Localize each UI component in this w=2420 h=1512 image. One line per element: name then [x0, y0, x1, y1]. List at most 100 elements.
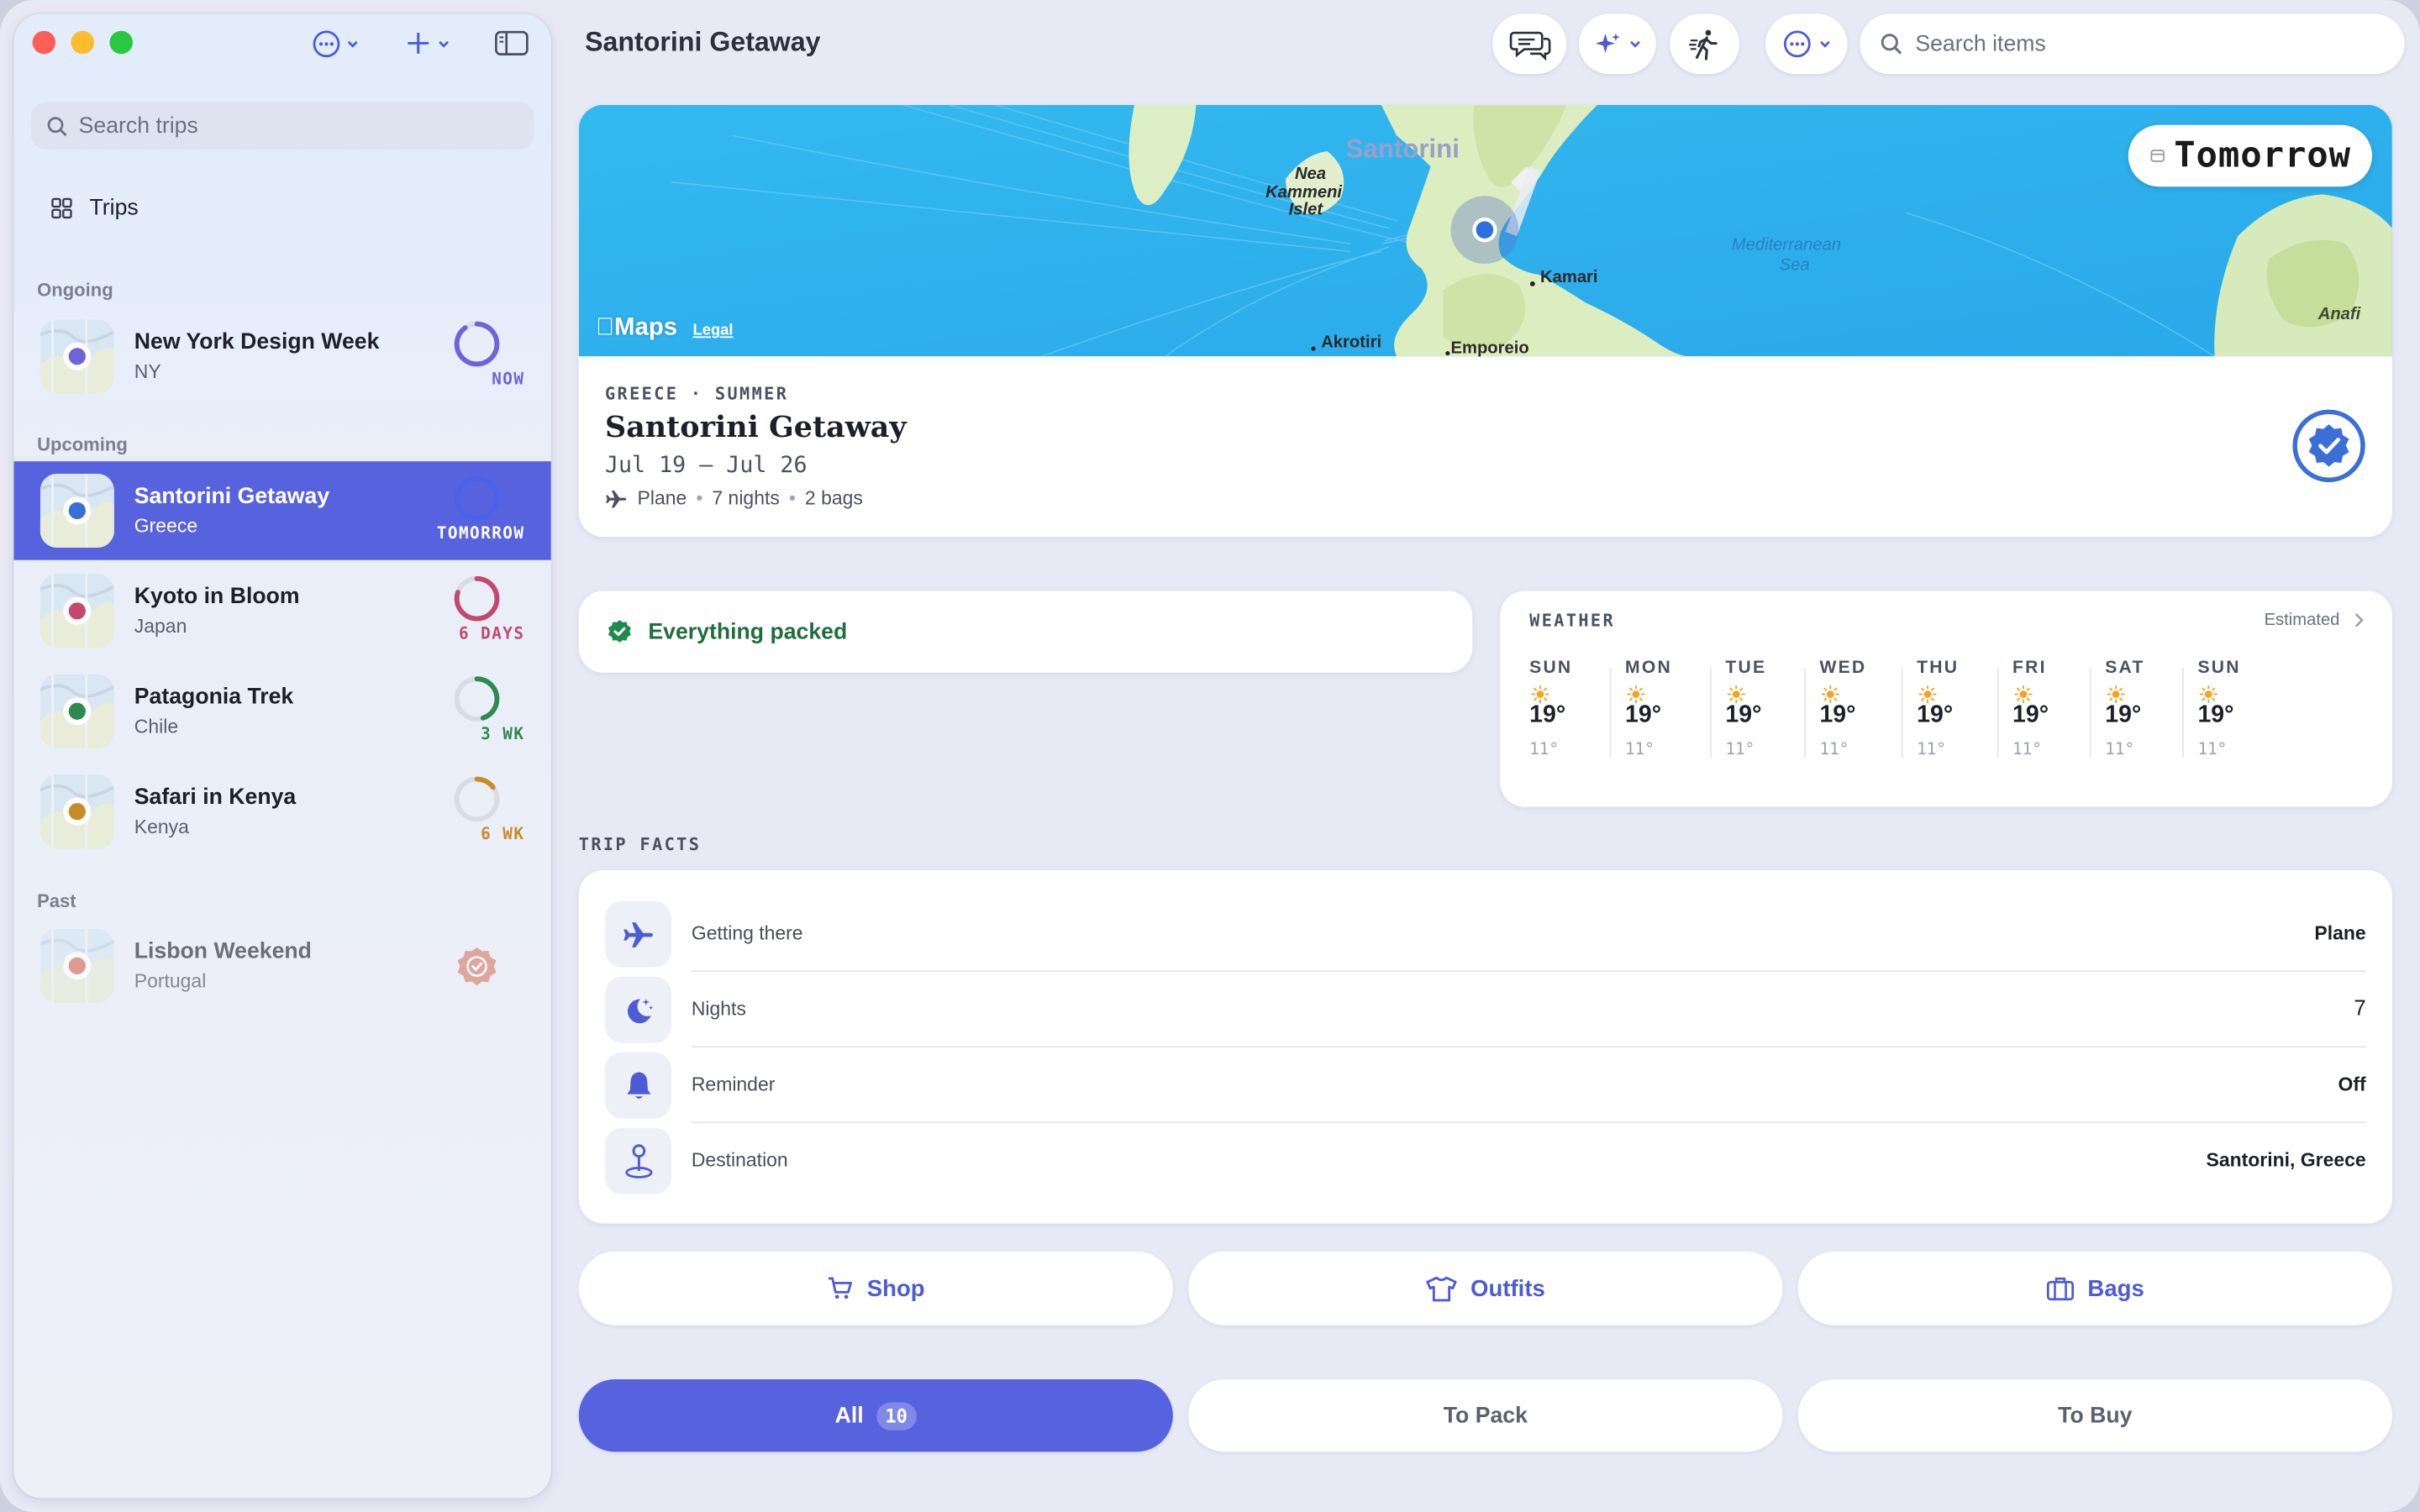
ai-assist-button[interactable] — [1578, 13, 1656, 75]
ellipsis-circle-icon — [313, 30, 340, 58]
filter-to-buy-tab[interactable]: To Buy — [1797, 1379, 2392, 1452]
calendar-icon — [2149, 150, 2165, 162]
fact-row-getting-there[interactable]: Getting there Plane — [604, 896, 2366, 973]
weather-estimated-link[interactable]: Estimated — [2265, 611, 2365, 629]
map-label-islet: Islet — [1288, 200, 1323, 219]
sun-icon — [1821, 685, 1839, 704]
completed-seal-icon — [457, 947, 497, 986]
search-items-placeholder: Search items — [1915, 31, 2046, 57]
destination-map[interactable] — [578, 104, 2392, 357]
trip-title: Santorini Getaway — [604, 410, 907, 444]
chevron-down-icon — [1629, 40, 1639, 48]
filter-to-buy-label: To Buy — [2058, 1403, 2133, 1428]
trip-dates: Jul 19 — Jul 26 — [604, 453, 808, 479]
map-legal-link[interactable]: Legal — [693, 323, 734, 339]
trip-map-thumbnail — [39, 574, 114, 648]
activity-button[interactable] — [1670, 13, 1739, 75]
shop-button[interactable]: Shop — [578, 1251, 1173, 1326]
fact-value: 7 — [2354, 995, 2366, 1021]
minimize-window-button[interactable] — [71, 30, 95, 55]
weather-title: WEATHER — [1529, 611, 1616, 632]
sun-icon — [1531, 685, 1549, 704]
chevron-right-icon — [2354, 613, 2364, 627]
more-options-button[interactable] — [1765, 13, 1848, 75]
fact-value: Plane — [2314, 922, 2366, 945]
fact-label: Destination — [691, 1149, 788, 1172]
search-trips-field[interactable]: Search trips — [30, 102, 534, 150]
weather-day-name: WED — [1819, 659, 1867, 678]
grid-icon — [51, 197, 72, 219]
search-items-field[interactable]: Search items — [1860, 13, 2405, 75]
trip-list-item-selected[interactable]: Santorini Getaway Greece TOMORROW — [13, 461, 551, 560]
trip-bags: 2 bags — [804, 487, 863, 510]
trip-verified-badge-icon[interactable] — [2291, 409, 2365, 483]
progress-ring-icon — [454, 776, 500, 822]
chevron-down-icon — [1819, 40, 1829, 48]
fact-label: Getting there — [691, 922, 803, 945]
map-label-akrotiri: Akrotiri — [1321, 333, 1382, 352]
filter-all-label: All — [834, 1403, 864, 1428]
weather-low: 11° — [2012, 740, 2042, 759]
trip-list-item[interactable]: Kyoto in Bloom Japan 6 DAYS — [14, 562, 551, 661]
trip-list-item-past[interactable]: Lisbon Weekend Portugal — [14, 916, 551, 1016]
search-icon — [47, 116, 67, 136]
window-title: Santorini Getaway — [585, 26, 821, 57]
trip-name: Safari in Kenya — [134, 785, 297, 811]
fact-row-destination[interactable]: Destination Santorini, Greece — [604, 1123, 2366, 1199]
trip-place: Chile — [134, 716, 179, 738]
outfits-button[interactable]: Outfits — [1188, 1251, 1783, 1326]
add-trip-button[interactable] — [404, 29, 450, 57]
filter-all-tab[interactable]: All 10 — [578, 1379, 1173, 1452]
trip-countdown-badge: TOMORROW — [436, 524, 525, 543]
map-label-nea: Nea — [1294, 165, 1327, 184]
section-past-label: Past — [37, 890, 76, 912]
bags-button-label: Bags — [2087, 1275, 2144, 1302]
pin-icon — [624, 1143, 652, 1178]
toggle-sidebar-button[interactable] — [494, 29, 529, 57]
weather-day: THU 19° 11° — [1917, 659, 2009, 759]
trip-countdown-badge: 6 DAYS — [458, 624, 525, 643]
sidebar-item-trips[interactable]: Trips — [51, 196, 139, 221]
trip-name: New York Design Week — [134, 330, 380, 355]
trip-countdown-badge: 3 WK — [481, 725, 525, 744]
moon-icon — [627, 997, 653, 1023]
countdown-chip-text: Tomorrow — [2174, 135, 2352, 176]
chat-bubbles-icon — [1508, 30, 1550, 60]
packing-status-card[interactable]: Everything packed — [578, 591, 1473, 673]
maps-logo-text: Maps — [595, 314, 677, 341]
trip-list-item[interactable]: New York Design Week NY NOW — [14, 307, 551, 407]
trip-name: Santorini Getaway — [134, 484, 330, 510]
shop-button-label: Shop — [866, 1275, 925, 1302]
weather-day-name: SUN — [1529, 659, 1573, 678]
trip-list-item[interactable]: Safari in Kenya Kenya 6 WK — [14, 762, 551, 861]
fact-label: Nights — [691, 998, 746, 1021]
weather-day: SUN 19° 11° — [2197, 659, 2290, 759]
trip-list-item[interactable]: Patagonia Trek Chile 3 WK — [14, 662, 551, 761]
trip-overview-card: Santorini Nea Kammeni Islet Kamari Akrot… — [578, 104, 2392, 538]
filter-all-count: 10 — [876, 1401, 917, 1430]
weather-low: 11° — [1819, 740, 1849, 759]
weather-high: 19° — [2012, 701, 2049, 728]
fact-row-nights[interactable]: Nights 7 — [604, 972, 2366, 1048]
fact-value: Off — [2338, 1074, 2366, 1096]
more-menu-button[interactable] — [312, 29, 360, 59]
plus-icon — [408, 33, 429, 54]
weather-day-name: SUN — [2197, 659, 2241, 678]
app-window: Search trips Trips Ongoing Upcoming Past… — [0, 0, 2420, 1512]
weather-day-name: MON — [1625, 659, 1672, 678]
trip-transport: Plane — [637, 487, 687, 510]
bags-button[interactable]: Bags — [1797, 1251, 2392, 1326]
section-upcoming-label: Upcoming — [37, 433, 128, 455]
map-label-kammeni: Kammeni — [1265, 183, 1343, 202]
close-window-button[interactable] — [32, 30, 56, 55]
weather-low: 11° — [2197, 740, 2228, 759]
trip-eyebrow: GREECE · SUMMER — [604, 384, 789, 405]
weather-card: WEATHER Estimated SUN 19° 11° MON 19° 11° TUE 1… — [1500, 591, 2392, 807]
chat-button[interactable] — [1492, 13, 1567, 75]
fact-row-reminder[interactable]: Reminder Off — [604, 1047, 2366, 1124]
trip-nights: 7 nights — [712, 487, 780, 510]
filter-to-pack-tab[interactable]: To Pack — [1188, 1379, 1783, 1452]
sparkles-icon — [1595, 32, 1619, 53]
zoom-window-button[interactable] — [109, 30, 133, 55]
weather-estimated-label: Estimated — [2264, 611, 2340, 630]
